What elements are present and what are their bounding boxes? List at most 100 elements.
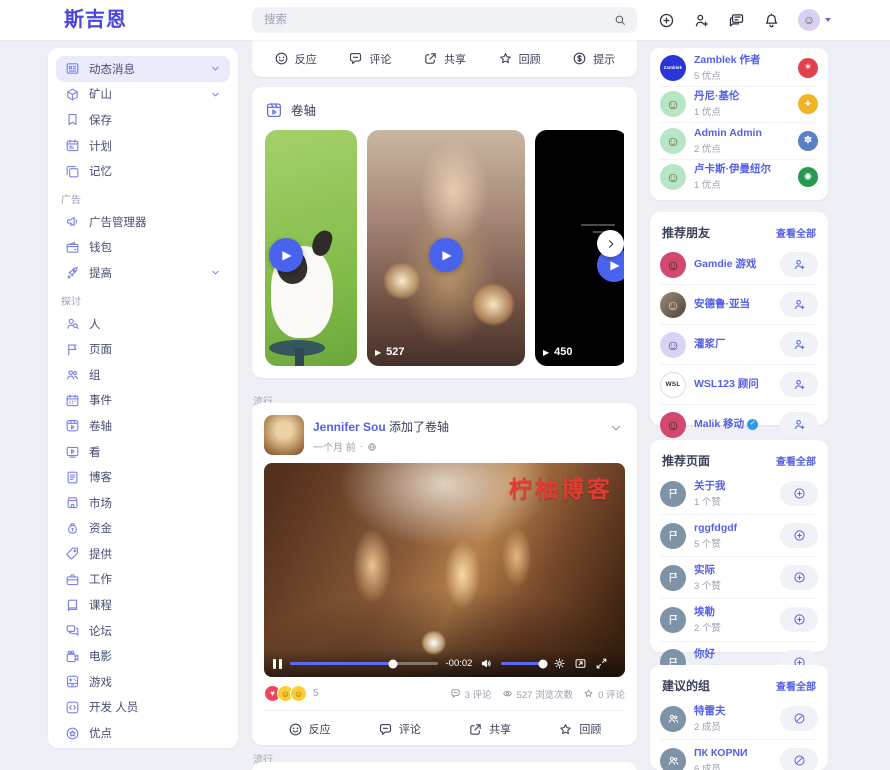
pip-icon[interactable] bbox=[574, 657, 587, 670]
sidebar-item[interactable]: 人 bbox=[56, 311, 230, 337]
like-page-button[interactable] bbox=[780, 607, 818, 632]
avatar[interactable]: ☺ bbox=[660, 292, 686, 318]
person-add-icon[interactable] bbox=[693, 12, 710, 29]
post-action-button[interactable]: 反应 bbox=[274, 51, 317, 67]
chevron-down-icon[interactable] bbox=[210, 89, 221, 100]
leader-row[interactable]: ☺ Admin Admin 2 优点 ✽ bbox=[660, 122, 818, 159]
like-page-button[interactable] bbox=[780, 523, 818, 548]
sidebar-item-label: 论坛 bbox=[89, 623, 112, 639]
sidebar-item[interactable]: 组 bbox=[56, 362, 230, 388]
page-avatar[interactable] bbox=[660, 523, 686, 549]
search-box[interactable] bbox=[252, 7, 637, 33]
post-action-button[interactable]: 评论 bbox=[378, 721, 421, 737]
post-author[interactable]: Jennifer Sou bbox=[313, 420, 386, 434]
speaker-icon[interactable] bbox=[480, 657, 493, 670]
like-page-button[interactable] bbox=[780, 565, 818, 590]
sidebar-item[interactable]: 游戏 bbox=[56, 669, 230, 695]
sidebar-item[interactable]: 保存 bbox=[56, 107, 230, 133]
sidebar-item[interactable]: 动态消息 bbox=[56, 56, 230, 82]
avatar[interactable]: ☺ bbox=[798, 9, 820, 31]
chevron-down-icon[interactable] bbox=[210, 267, 221, 278]
sidebar-item[interactable]: 计划 bbox=[56, 133, 230, 159]
app-logo[interactable]: 斯吉恩 bbox=[64, 0, 127, 40]
reaction-emojis[interactable]: ♥ ☺ ☺ 5 bbox=[264, 685, 319, 702]
like-page-button[interactable] bbox=[780, 481, 818, 506]
avatar[interactable]: WSL bbox=[660, 372, 686, 398]
sidebar-item[interactable]: 课程 bbox=[56, 592, 230, 618]
view-all-link[interactable]: 查看全部 bbox=[776, 453, 816, 468]
sidebar-item[interactable]: 电影 bbox=[56, 643, 230, 669]
group-avatar[interactable] bbox=[660, 748, 686, 770]
users-icon bbox=[667, 712, 680, 725]
avatar[interactable]: ☺ bbox=[660, 332, 686, 358]
sidebar-item[interactable]: 看 bbox=[56, 439, 230, 465]
post-action-text: 添加了卷轴 bbox=[389, 420, 449, 434]
add-friend-button[interactable] bbox=[780, 292, 818, 317]
sidebar-item[interactable]: 记忆 bbox=[56, 158, 230, 184]
search-input[interactable] bbox=[262, 13, 613, 27]
page-avatar[interactable] bbox=[660, 607, 686, 633]
sidebar-item-label: 组 bbox=[89, 367, 101, 383]
volume-slider[interactable] bbox=[501, 662, 545, 666]
reel-thumbnail[interactable]: ▶ bbox=[265, 130, 357, 366]
leader-row[interactable]: ☺ 丹尼·基伦 1 优点 ✦ bbox=[660, 86, 818, 123]
view-all-link[interactable]: 查看全部 bbox=[776, 225, 816, 240]
sidebar-item[interactable]: 页面 bbox=[56, 336, 230, 362]
reel-thumbnail[interactable]: ▶ ▶ 527 bbox=[367, 130, 525, 366]
avatar[interactable] bbox=[264, 415, 304, 455]
sidebar-item[interactable]: 事件 bbox=[56, 388, 230, 414]
gear-icon[interactable] bbox=[553, 657, 566, 670]
bell-icon[interactable] bbox=[763, 12, 780, 29]
search-icon[interactable] bbox=[613, 13, 627, 27]
chat-icon[interactable] bbox=[728, 12, 745, 29]
sidebar-item[interactable]: 市场 bbox=[56, 490, 230, 516]
play-button[interactable]: ▶ bbox=[269, 238, 303, 272]
sidebar-item[interactable]: 工作 bbox=[56, 567, 230, 593]
fullscreen-icon[interactable] bbox=[595, 657, 608, 670]
circle-plus-icon[interactable] bbox=[658, 12, 675, 29]
join-group-button[interactable] bbox=[780, 748, 818, 770]
sidebar-item[interactable]: 钱包 bbox=[56, 235, 230, 261]
post-action-button[interactable]: 回顾 bbox=[498, 51, 541, 67]
sidebar-item[interactable]: 开发 人员 bbox=[56, 695, 230, 721]
page-avatar[interactable] bbox=[660, 565, 686, 591]
sidebar-item[interactable]: 论坛 bbox=[56, 618, 230, 644]
chevron-down-icon[interactable] bbox=[609, 421, 623, 435]
sidebar-item[interactable]: 卷轴 bbox=[56, 413, 230, 439]
megaphone-icon bbox=[65, 214, 80, 229]
chevron-down-icon[interactable] bbox=[210, 63, 221, 74]
sidebar-item[interactable]: 提供 bbox=[56, 541, 230, 567]
view-all-link[interactable]: 查看全部 bbox=[776, 678, 816, 693]
post-action-button[interactable]: 提示 bbox=[572, 51, 615, 67]
join-group-button[interactable] bbox=[780, 706, 818, 731]
add-friend-button[interactable] bbox=[780, 372, 818, 397]
leader-row[interactable]: Zamblek Zamblek 作者 5 优点 ✶ bbox=[660, 50, 818, 86]
post-action-button[interactable]: 回顾 bbox=[558, 721, 601, 737]
add-friend-button[interactable] bbox=[780, 332, 818, 357]
add-friend-button[interactable] bbox=[780, 252, 818, 277]
sidebar-item-label: 广告管理器 bbox=[89, 214, 147, 230]
pause-button[interactable] bbox=[273, 659, 282, 669]
sidebar-item[interactable]: 资金 bbox=[56, 516, 230, 542]
avatar[interactable]: ☺ bbox=[660, 412, 686, 438]
post-action-button[interactable]: 评论 bbox=[348, 51, 391, 67]
post-action-button[interactable]: 共享 bbox=[423, 51, 466, 67]
sidebar-item[interactable]: 优点 bbox=[56, 720, 230, 746]
page-avatar[interactable] bbox=[660, 481, 686, 507]
avatar[interactable]: ☺ bbox=[660, 252, 686, 278]
movies-icon bbox=[65, 649, 80, 664]
sidebar-item[interactable]: 广告管理器 bbox=[56, 209, 230, 235]
leader-row[interactable]: ☺ 卢卡斯·伊曼纽尔 1 优点 ✺ bbox=[660, 159, 818, 196]
user-menu[interactable]: ☺ bbox=[798, 9, 831, 31]
play-button[interactable]: ▶ bbox=[429, 238, 463, 272]
sidebar-item[interactable]: 博客 bbox=[56, 464, 230, 490]
reels-next-button[interactable] bbox=[597, 230, 624, 257]
post-action-button[interactable]: 共享 bbox=[468, 721, 511, 737]
add-friend-button[interactable] bbox=[780, 412, 818, 437]
post-action-button[interactable]: 反应 bbox=[288, 721, 331, 737]
sidebar-item[interactable]: 提高 bbox=[56, 260, 230, 286]
group-avatar[interactable] bbox=[660, 706, 686, 732]
video-player[interactable]: 柠柚博客 -00:02 bbox=[264, 463, 625, 677]
sidebar-item[interactable]: 矿山 bbox=[56, 82, 230, 108]
seek-bar[interactable] bbox=[290, 662, 438, 666]
